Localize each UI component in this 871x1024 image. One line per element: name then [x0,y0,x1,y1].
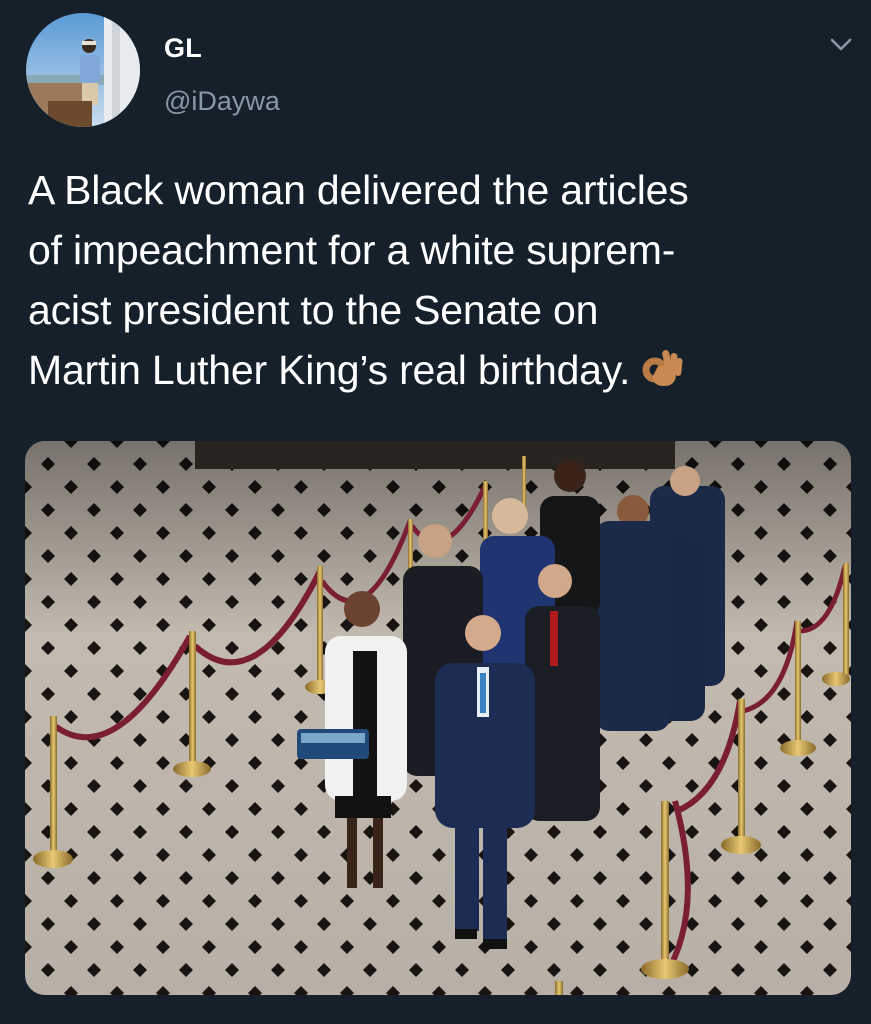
tweet-card: GL @iDaywa A Black woman delivered the a… [0,0,871,1024]
tweet-photo[interactable] [25,441,851,995]
tweet-text-line: acist president to the Senate on [28,287,599,333]
user-handle[interactable]: @iDaywa [164,86,280,117]
chevron-down-icon[interactable] [826,30,856,60]
avatar-photo [26,13,140,127]
avatar[interactable] [26,13,140,127]
tweet-text-line: A Black woman delivered the articles [28,167,689,213]
ok-hand-emoji [640,344,684,404]
display-name[interactable]: GL [164,33,202,64]
tweet-text: A Black woman delivered the articles of … [28,160,848,404]
tweet-text-line: Martin Luther King’s real birthday. [28,347,631,393]
photo-impeachment-procession [25,441,851,995]
tweet-text-line: of impeachment for a white suprem- [28,227,676,273]
tweet-text-line-last: Martin Luther King’s real birthday. [28,340,848,404]
